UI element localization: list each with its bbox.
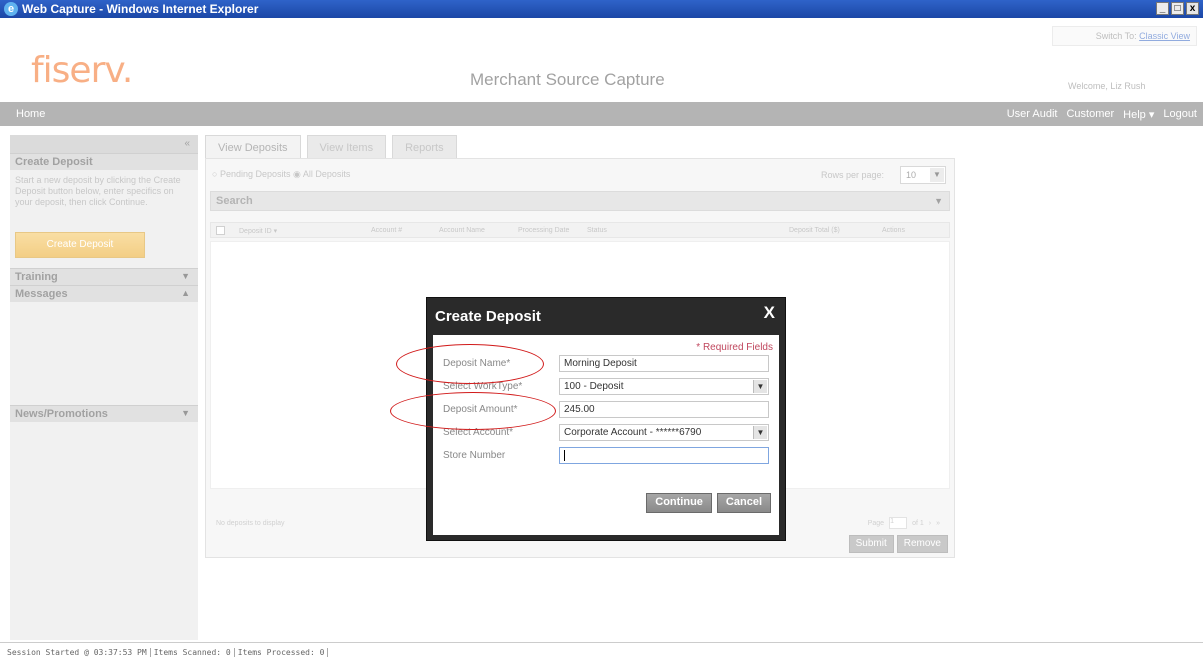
items-processed: Items Processed: 0 [235, 648, 329, 657]
store-number-row: Store Number [433, 447, 779, 465]
required-note: * Required Fields [696, 342, 773, 353]
cancel-button[interactable]: Cancel [716, 493, 771, 513]
items-scanned: Items Scanned: 0 [151, 648, 235, 657]
minimize-button[interactable]: _ [1156, 2, 1169, 15]
window-title: Web Capture - Windows Internet Explorer [22, 2, 259, 16]
annotation-ellipse-deposit-amount [390, 392, 556, 430]
text-cursor [564, 450, 565, 461]
dialog-title: Create Deposit [435, 308, 541, 325]
continue-button[interactable]: Continue [646, 493, 712, 513]
maximize-button[interactable]: □ [1171, 2, 1184, 15]
close-window-button[interactable]: x [1186, 2, 1199, 15]
app-content: fiserv. Merchant Source Capture Switch T… [0, 18, 1203, 642]
deposit-name-input[interactable]: Morning Deposit [559, 355, 769, 372]
close-icon[interactable]: X [764, 303, 775, 323]
status-bar: Session Started @ 03:37:53 PM Items Scan… [0, 642, 1203, 662]
window-controls: _ □ x [1156, 2, 1199, 15]
annotation-ellipse-deposit-name [396, 344, 544, 384]
store-number-label: Store Number [443, 450, 506, 461]
window-title-bar: e Web Capture - Windows Internet Explore… [0, 0, 1203, 18]
internet-explorer-icon: e [4, 2, 18, 16]
store-number-input[interactable] [559, 447, 769, 464]
chevron-down-icon: ▼ [753, 426, 767, 439]
chevron-down-icon: ▼ [753, 380, 767, 393]
deposit-amount-input[interactable]: 245.00 [559, 401, 769, 418]
session-started: Session Started @ 03:37:53 PM [4, 648, 151, 657]
account-select[interactable]: Corporate Account - ******6790 ▼ [559, 424, 769, 441]
worktype-select[interactable]: 100 - Deposit ▼ [559, 378, 769, 395]
dialog-buttons: Continue Cancel [646, 493, 771, 513]
